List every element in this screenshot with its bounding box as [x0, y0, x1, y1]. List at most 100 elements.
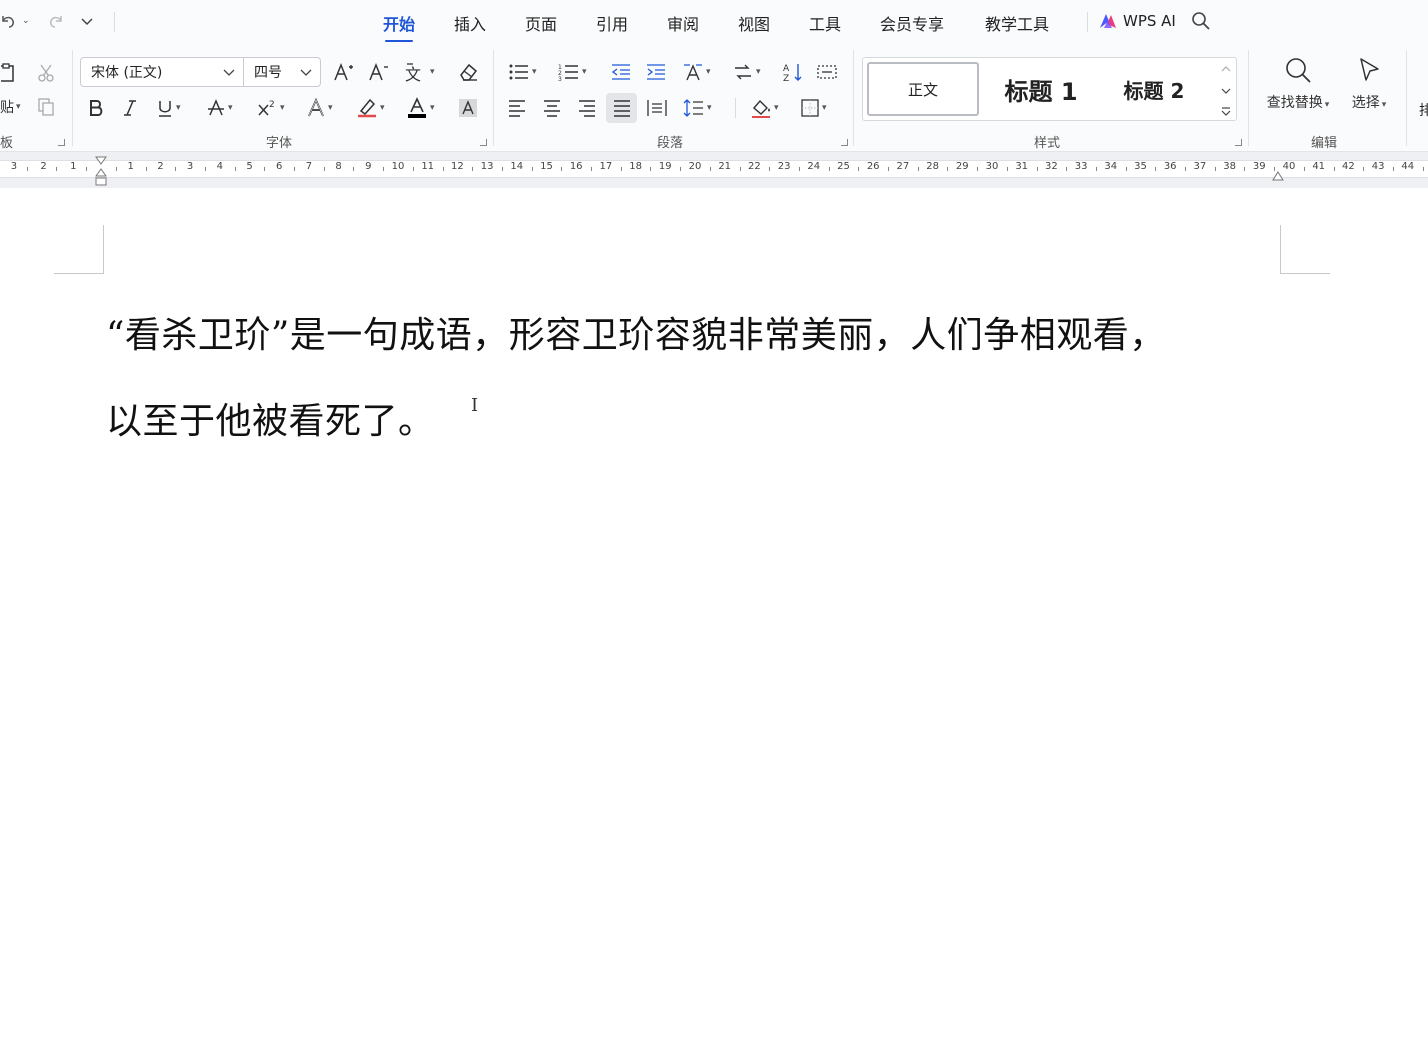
styles-expand-button[interactable] [1218, 104, 1234, 118]
grow-font-button[interactable] [332, 60, 356, 84]
character-shading-button[interactable] [456, 96, 480, 120]
show-marks-button[interactable] [815, 60, 839, 84]
ruler-number: 9 [365, 161, 372, 172]
ruler-tick [858, 167, 860, 171]
horizontal-ruler[interactable]: 3 2 1 1 2 3 4 5 6 7 8 9 10 11 12 13 14 15 16 17 18 19 20 21 22 23… [0, 152, 1428, 188]
shading-button[interactable]: ▾ [750, 96, 779, 120]
ruler-number: 21 [718, 161, 732, 172]
phonetic-guide-button[interactable]: 文 ▾ [404, 60, 435, 84]
cut-button[interactable] [34, 62, 58, 84]
find-replace-button[interactable]: 查找替换 ▾ [1262, 56, 1334, 112]
ruler-tick [620, 167, 622, 171]
decrease-indent-button[interactable] [609, 60, 633, 84]
ruler-tick [680, 167, 682, 171]
bold-button[interactable] [84, 96, 108, 120]
text-flow-button[interactable]: ▾ [732, 60, 761, 84]
ruler-tick [798, 167, 800, 171]
increase-indent-button[interactable] [644, 60, 668, 84]
ruler-tick [472, 167, 474, 171]
bullet-list-button[interactable]: ▾ [508, 60, 537, 84]
search-button[interactable] [1190, 10, 1212, 32]
tab-page[interactable]: 页面 [525, 11, 557, 35]
clipboard-dialog-launcher[interactable] [58, 139, 65, 146]
superscript-button[interactable]: 2 ▾ [256, 96, 285, 120]
paste-icon-button[interactable] [0, 62, 16, 84]
chevron-up-icon [1221, 66, 1231, 72]
ruler-number: 1 [70, 161, 77, 172]
svg-text:A: A [783, 64, 790, 74]
tab-references[interactable]: 引用 [596, 11, 628, 35]
select-button[interactable]: 选择 ▾ [1346, 56, 1392, 112]
clipboard-icon [1, 63, 14, 82]
tab-home[interactable]: 开始 [383, 11, 415, 42]
hanging-indent-marker[interactable] [95, 168, 107, 188]
ruler-tick [115, 167, 117, 171]
ruler-number: 38 [1223, 161, 1236, 172]
copy-button[interactable] [34, 96, 58, 118]
font-name-select[interactable]: 宋体 (正文) [80, 57, 244, 87]
redo-button[interactable] [48, 10, 64, 32]
group-separator [72, 50, 73, 146]
font-size-select[interactable]: 四号 [243, 57, 321, 87]
font-color-button[interactable]: ▾ [406, 96, 435, 120]
paragraph-dialog-launcher[interactable] [841, 139, 848, 146]
numbered-list-button[interactable]: 123 ▾ [558, 60, 587, 84]
tab-member[interactable]: 会员专享 [880, 11, 944, 35]
wps-ai-button[interactable]: WPS AI [1098, 10, 1176, 32]
ruler-number: 5 [246, 161, 253, 172]
tab-tools[interactable]: 工具 [809, 11, 841, 35]
group-separator [1406, 50, 1407, 146]
ruler-number: 41 [1312, 161, 1326, 172]
sort-icon: AZ [783, 64, 802, 83]
tab-teaching-tools[interactable]: 教学工具 [985, 11, 1049, 35]
tab-insert[interactable]: 插入 [454, 11, 486, 35]
align-right-button[interactable] [575, 96, 599, 120]
sort-button[interactable]: AZ [781, 60, 805, 84]
ruler-number: 8 [335, 161, 342, 172]
line-spacing-button[interactable]: ▾ [683, 96, 712, 120]
align-center-button[interactable] [540, 96, 564, 120]
ruler-number: 22 [748, 161, 761, 172]
text-effect-button[interactable]: ▾ [306, 96, 333, 120]
italic-button[interactable] [118, 96, 142, 120]
right-indent-marker[interactable] [1272, 168, 1284, 181]
document-body[interactable]: “看杀卫玠”是一句成语，形容卫玠容貌非常美丽，人们争相观看， 以至于他被看死了。 [106, 293, 1286, 465]
strikethrough-button[interactable]: ▾ [206, 96, 233, 120]
ruler-tick [294, 167, 296, 171]
underline-button[interactable]: ▾ [156, 96, 181, 120]
quick-access-more-button[interactable] [80, 10, 94, 32]
ruler-tick [1333, 167, 1335, 171]
align-left-button[interactable] [505, 96, 529, 120]
tab-review[interactable]: 审阅 [667, 11, 699, 35]
ruler-number: 19 [658, 161, 672, 172]
ruler-tick [1066, 167, 1068, 171]
font-dialog-launcher[interactable] [480, 139, 487, 146]
tab-view[interactable]: 视图 [738, 11, 770, 35]
ruler-number: 43 [1371, 161, 1385, 172]
decrease-indent-icon [611, 64, 630, 80]
cut-off-ribbon-button[interactable]: 排 [1419, 100, 1428, 120]
shrink-font-button[interactable] [367, 60, 391, 84]
ruler-number: 6 [276, 161, 283, 172]
style-heading-1[interactable]: 标题 1 [991, 62, 1091, 116]
undo-button[interactable]: ⌄ [0, 10, 30, 32]
first-line-indent-marker[interactable] [95, 153, 107, 165]
distribute-button[interactable] [645, 96, 669, 120]
ruler-tick [204, 167, 206, 171]
style-normal[interactable]: 正文 [867, 62, 979, 116]
ruler-tick [323, 167, 325, 171]
styles-dialog-launcher[interactable] [1235, 139, 1242, 146]
highlight-button[interactable]: ▾ [356, 96, 385, 120]
group-separator [493, 50, 494, 146]
style-heading-2[interactable]: 标题 2 [1109, 62, 1199, 116]
clear-format-button[interactable] [456, 60, 480, 84]
document-page[interactable]: “看杀卫玠”是一句成语，形容卫玠容貌非常美丽，人们争相观看， 以至于他被看死了。… [0, 188, 1428, 1061]
borders-button[interactable]: ▾ [800, 96, 827, 120]
styles-scroll-down-button[interactable] [1218, 84, 1234, 98]
ruler-number: 36 [1163, 161, 1177, 172]
font-color-icon [408, 97, 426, 118]
text-direction-button[interactable]: ▾ [682, 60, 711, 84]
paste-button[interactable]: 贴 ▾ [0, 96, 21, 118]
styles-scroll-up-button[interactable] [1218, 62, 1234, 76]
justify-button[interactable] [606, 93, 637, 123]
